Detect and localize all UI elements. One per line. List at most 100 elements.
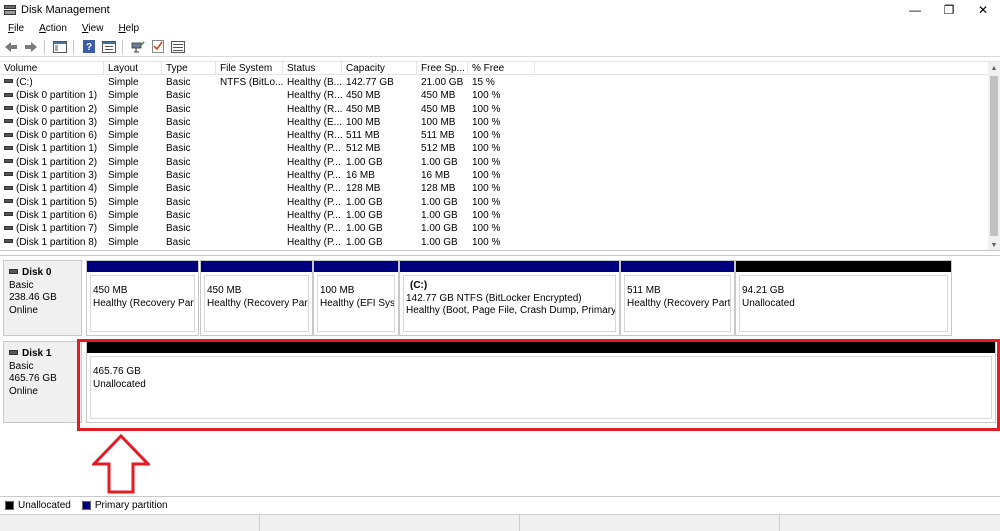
cell-text: 1.00 GB bbox=[346, 223, 383, 235]
partition-block[interactable]: 450 MB Healthy (Recovery Partiti bbox=[200, 260, 313, 336]
cell-text: 100 % bbox=[472, 130, 501, 142]
table-row[interactable]: (Disk 1 partition 1) Simple Basic Healthy (… bbox=[0, 142, 988, 155]
cell-status: Healthy (P... bbox=[283, 182, 342, 195]
cell-text: (Disk 1 partition 1) bbox=[16, 143, 98, 155]
properties-icon[interactable] bbox=[100, 39, 118, 55]
disk-label-0[interactable]: Disk 0 Basic 238.46 GB Online bbox=[3, 260, 82, 336]
volume-icon bbox=[4, 185, 13, 190]
cell-text: 1.00 GB bbox=[421, 209, 458, 221]
column-header-layout[interactable]: Layout bbox=[104, 62, 162, 75]
cell-text: (Disk 1 partition 5) bbox=[16, 196, 98, 208]
cell-volume: (Disk 1 partition 7) bbox=[0, 222, 104, 235]
cell-text: Basic bbox=[166, 170, 191, 182]
cell-layout: Simple bbox=[104, 76, 162, 89]
partition-block[interactable]: 450 MB Healthy (Recovery Partiti bbox=[86, 260, 199, 336]
cell-text: 1.00 GB bbox=[346, 209, 383, 221]
cell-volume: (Disk 1 partition 3) bbox=[0, 169, 104, 182]
column-header-status[interactable]: Status bbox=[283, 62, 342, 75]
checklist-icon[interactable] bbox=[149, 39, 167, 55]
cell-layout: Simple bbox=[104, 209, 162, 222]
column-header-file-system[interactable]: File System bbox=[216, 62, 283, 75]
partition-size: 142.77 GB NTFS (BitLocker Encrypted) bbox=[406, 292, 582, 304]
cell-text: Simple bbox=[108, 196, 139, 208]
table-row[interactable]: (Disk 0 partition 3) Simple Basic Healthy (… bbox=[0, 116, 988, 129]
menu-action[interactable]: Action bbox=[31, 23, 74, 34]
cell-percent-free: 100 % bbox=[468, 103, 535, 116]
legend-swatch bbox=[81, 501, 91, 510]
help-icon[interactable]: ? bbox=[80, 39, 98, 55]
cell-text: 100 % bbox=[472, 103, 501, 115]
table-row[interactable]: (Disk 0 partition 2) Simple Basic Healthy (… bbox=[0, 103, 988, 116]
cell-capacity: 16 MB bbox=[342, 169, 417, 182]
menu-help[interactable]: Help bbox=[110, 23, 146, 34]
cell-volume: (Disk 1 partition 5) bbox=[0, 196, 104, 209]
back-arrow-icon[interactable] bbox=[2, 39, 20, 55]
cell-capacity: 511 MB bbox=[342, 129, 417, 142]
disk-name: Disk 1 bbox=[22, 348, 52, 359]
column-header-capacity[interactable]: Capacity bbox=[342, 62, 417, 75]
partition-info: (C:) 142.77 GB NTFS (BitLocker Encrypted)… bbox=[403, 275, 616, 332]
partition-block[interactable]: 100 MBHealthy (EFI Syste bbox=[313, 260, 399, 336]
partition-volume-name: (C:) bbox=[410, 280, 428, 291]
table-row[interactable]: (Disk 1 partition 6) Simple Basic Healthy (… bbox=[0, 209, 988, 222]
cell-text: 128 MB bbox=[421, 183, 456, 195]
forward-arrow-icon[interactable] bbox=[22, 39, 40, 55]
cell-text: Basic bbox=[166, 116, 191, 128]
menu-view[interactable]: View bbox=[74, 23, 111, 34]
table-row[interactable]: (Disk 1 partition 4) Simple Basic Healthy (… bbox=[0, 182, 988, 195]
cell-file-system bbox=[216, 156, 283, 169]
column-header-volume[interactable]: Volume bbox=[0, 62, 104, 75]
volume-icon bbox=[4, 159, 13, 164]
partition-block[interactable]: (C:) 142.77 GB NTFS (BitLocker Encrypted)… bbox=[399, 260, 620, 336]
cell-text: Healthy (P... bbox=[287, 156, 341, 168]
cell-capacity: 1.00 GB bbox=[342, 196, 417, 209]
cell-text: Simple bbox=[108, 170, 139, 182]
partition-type-bar bbox=[201, 261, 312, 272]
close-button[interactable]: ✕ bbox=[966, 0, 1000, 20]
disk-label-1[interactable]: Disk 1 Basic 465.76 GB Online bbox=[3, 341, 82, 423]
cell-free-space: 512 MB bbox=[417, 142, 468, 155]
console-tree-icon[interactable] bbox=[51, 39, 69, 55]
table-row[interactable]: (Disk 1 partition 5) Simple Basic Healthy (… bbox=[0, 196, 988, 209]
cell-volume: (Disk 1 partition 6) bbox=[0, 209, 104, 222]
cell-type: Basic bbox=[162, 182, 216, 195]
cell-text: 16 MB bbox=[421, 170, 450, 182]
table-row[interactable]: (Disk 1 partition 3) Simple Basic Healthy (… bbox=[0, 169, 988, 182]
volume-list-rows: (C:) Simple Basic NTFS (BitLo... Healthy (B.… bbox=[0, 76, 988, 249]
list-view-icon[interactable] bbox=[169, 39, 187, 55]
vertical-scrollbar[interactable]: ▲ ▼ bbox=[988, 62, 1000, 251]
cell-percent-free: 100 % bbox=[468, 142, 535, 155]
cell-text: Healthy (R... bbox=[287, 130, 342, 142]
table-row[interactable]: (C:) Simple Basic NTFS (BitLo... Healthy (B.… bbox=[0, 76, 988, 89]
cell-text: Simple bbox=[108, 116, 139, 128]
table-row[interactable]: (Disk 1 partition 2) Simple Basic Healthy (… bbox=[0, 156, 988, 169]
column-header-type[interactable]: Type bbox=[162, 62, 216, 75]
cell-text: Simple bbox=[108, 90, 139, 102]
partition-size: 511 MB bbox=[627, 285, 661, 296]
unallocated-region[interactable]: 94.21 GB Unallocated bbox=[735, 260, 952, 336]
cell-status: Healthy (P... bbox=[283, 196, 342, 209]
scrollbar-thumb[interactable] bbox=[990, 76, 998, 236]
connect-icon[interactable] bbox=[129, 39, 147, 55]
disk-size: 238.46 GB bbox=[9, 292, 57, 303]
table-row[interactable]: (Disk 1 partition 8) Simple Basic Healthy (… bbox=[0, 236, 988, 249]
table-row[interactable]: (Disk 1 partition 7) Simple Basic Healthy (… bbox=[0, 222, 988, 235]
cell-text: 100 % bbox=[472, 223, 501, 235]
cell-type: Basic bbox=[162, 103, 216, 116]
menu-file[interactable]: File bbox=[0, 23, 31, 34]
toolbar-separator bbox=[73, 39, 74, 54]
column-header-free-space[interactable]: Free Sp... bbox=[417, 62, 468, 75]
maximize-button[interactable]: ❐ bbox=[932, 0, 966, 20]
scroll-up-icon[interactable]: ▲ bbox=[988, 62, 1000, 74]
menu-bar: File Action View Help bbox=[0, 20, 1000, 37]
minimize-button[interactable]: — bbox=[898, 0, 932, 20]
column-header-percent-free[interactable]: % Free bbox=[468, 62, 535, 75]
cell-status: Healthy (R... bbox=[283, 103, 342, 116]
table-row[interactable]: (Disk 0 partition 1) Simple Basic Healthy (… bbox=[0, 89, 988, 102]
volume-list-header: Volume Layout Type File System Status Capacit… bbox=[0, 62, 988, 75]
cell-status: Healthy (P... bbox=[283, 156, 342, 169]
cell-percent-free: 100 % bbox=[468, 236, 535, 249]
table-row[interactable]: (Disk 0 partition 6) Simple Basic Healthy (… bbox=[0, 129, 988, 142]
partition-block[interactable]: 511 MB Healthy (Recovery Partiti bbox=[620, 260, 735, 336]
cell-text: Simple bbox=[108, 156, 139, 168]
